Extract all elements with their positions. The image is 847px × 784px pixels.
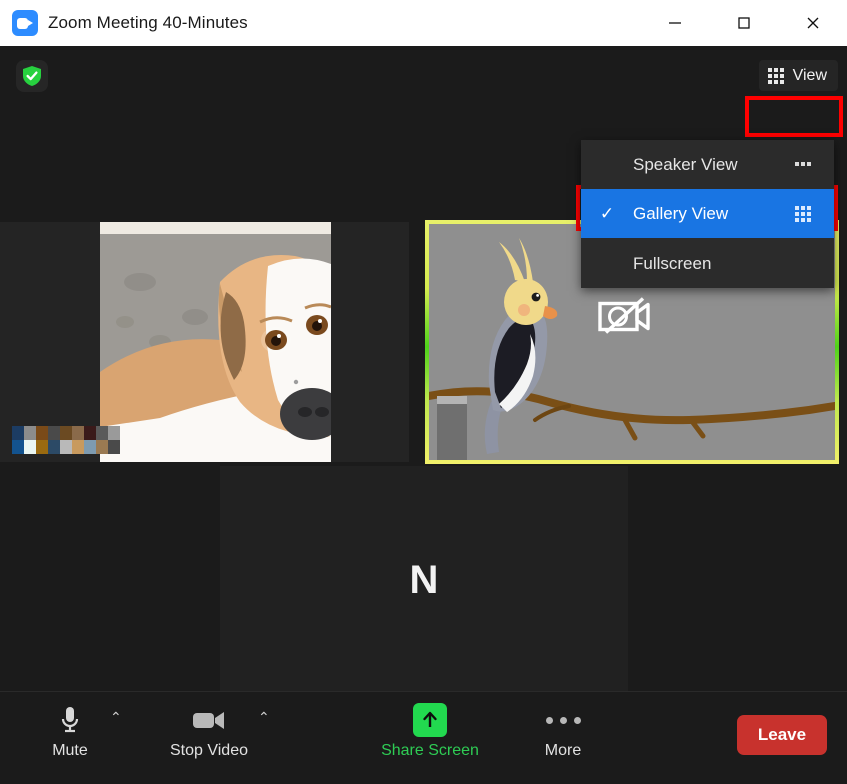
title-bar: Zoom Meeting 40-Minutes <box>0 0 847 46</box>
video-options-caret-icon[interactable]: ⌃ <box>258 710 270 724</box>
window-title: Zoom Meeting 40-Minutes <box>48 13 248 32</box>
stop-video-label: Stop Video <box>170 742 248 759</box>
view-dropdown-menu: Speaker View ✓ Gallery View Fullscreen <box>581 140 834 288</box>
gallery-view-check-icon: ✓ <box>599 203 615 223</box>
window-controls <box>640 0 847 46</box>
speaker-view-icon <box>786 161 820 168</box>
participant-tile-initial[interactable]: N <box>220 466 628 693</box>
meeting-stage: N View Speaker View ✓ Gallery View Fulls… <box>0 46 847 784</box>
video-camera-icon <box>191 700 227 740</box>
gallery-view-grid-icon <box>786 205 820 222</box>
camera-off-icon <box>597 295 651 342</box>
stop-video-button[interactable]: Stop Video <box>163 700 255 760</box>
leave-button[interactable]: Leave <box>737 715 827 755</box>
minimize-icon[interactable] <box>640 0 709 46</box>
menu-item-label: Speaker View <box>633 154 738 174</box>
meeting-toolbar: Mute ⌃ Stop Video ⌃ Share Screen More Le… <box>0 691 847 784</box>
share-screen-button[interactable]: Share Screen <box>381 700 479 760</box>
more-button[interactable]: More <box>517 700 609 760</box>
grid-3x3-icon <box>767 67 784 84</box>
annotation-box-view-button <box>745 96 843 137</box>
menu-item-label: Fullscreen <box>633 253 712 273</box>
ellipsis-icon <box>545 716 581 724</box>
blurred-participant-name <box>12 426 120 454</box>
mute-button[interactable]: Mute <box>24 700 116 760</box>
participant-tile-dog[interactable] <box>0 222 409 462</box>
microphone-icon <box>58 700 82 740</box>
dog-photo <box>100 222 331 462</box>
menu-item-fullscreen[interactable]: Fullscreen <box>581 239 834 288</box>
zoom-camera-icon <box>12 10 38 36</box>
menu-item-speaker-view[interactable]: Speaker View <box>581 140 834 189</box>
avatar: N <box>409 557 439 602</box>
share-screen-label: Share Screen <box>381 742 479 759</box>
mute-options-caret-icon[interactable]: ⌃ <box>110 710 122 724</box>
more-label: More <box>544 742 582 759</box>
menu-item-label: Gallery View <box>633 203 729 223</box>
green-shield-check-icon[interactable] <box>16 60 48 92</box>
menu-item-gallery-view[interactable]: ✓ Gallery View <box>581 189 834 238</box>
view-button[interactable]: View <box>758 60 838 91</box>
mute-label: Mute <box>52 742 88 759</box>
share-screen-arrow-icon <box>413 703 447 737</box>
maximize-icon[interactable] <box>709 0 778 46</box>
close-icon[interactable] <box>778 0 847 46</box>
view-button-label: View <box>792 66 827 84</box>
